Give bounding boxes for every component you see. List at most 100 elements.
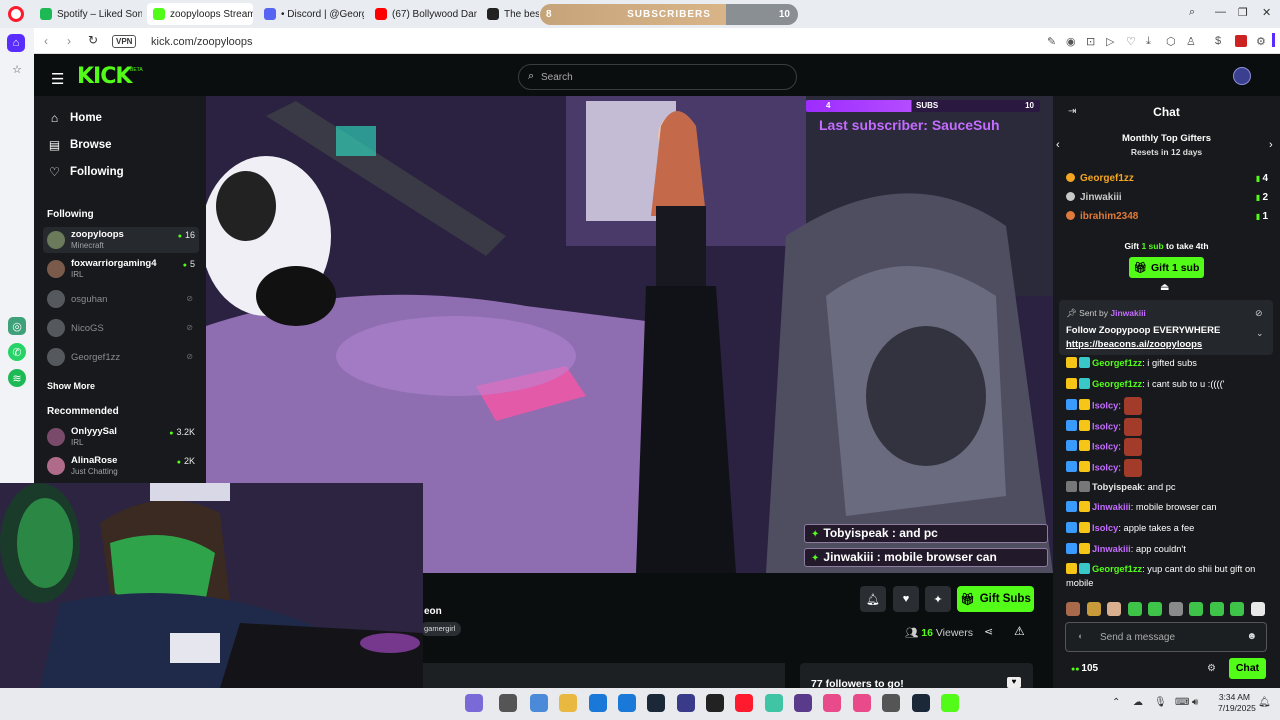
maximize-icon[interactable]: ❐ — [1238, 6, 1248, 19]
home-icon[interactable]: ⌂ — [7, 34, 25, 52]
follow-button[interactable]: ♥ — [893, 586, 919, 612]
minimize-icon[interactable]: — — [1215, 6, 1226, 18]
edit-icon[interactable]: ✎ — [1047, 35, 1056, 48]
warning-icon[interactable]: ⚠ — [1014, 624, 1025, 638]
unpin-icon[interactable]: ⊘ — [1255, 308, 1263, 319]
mic-icon[interactable]: 🎙︎ — [1154, 697, 1167, 708]
pinned-message-link[interactable]: https://beacons.ai/zoopyloops — [1066, 339, 1202, 350]
nav-browse[interactable]: ▤ Browse — [48, 138, 112, 152]
browser-tab[interactable]: zoopyloops Stream - — [147, 3, 253, 25]
share-icon[interactable]: ⋖ — [984, 625, 993, 638]
stream-tag[interactable]: gamergirl — [420, 622, 462, 636]
emote-icon[interactable] — [1230, 602, 1244, 616]
spotify-icon[interactable]: ≋ — [8, 369, 26, 387]
following-channel[interactable]: zoopyloops Minecraft 16 — [43, 227, 199, 253]
star-icon[interactable]: ☆ — [8, 60, 26, 78]
copilot-icon[interactable] — [530, 694, 548, 712]
emote-icon[interactable] — [1168, 602, 1183, 616]
top-gifter-row[interactable]: ibrahim2348 1 — [1066, 211, 1268, 225]
browser-tab[interactable]: The best Cl — [481, 3, 539, 25]
whatsapp-icon[interactable]: ✆ — [8, 343, 26, 361]
nav-home[interactable]: ⌂ Home — [48, 111, 102, 125]
following-channel[interactable]: NicoGS ⊘ — [43, 315, 199, 341]
chat-message[interactable]: Isolcy: — [1066, 438, 1272, 456]
reload-icon[interactable]: ↻ — [88, 33, 98, 47]
top-gifter-row[interactable]: Jinwakiii 2 — [1066, 192, 1268, 206]
chatgpt-icon[interactable]: ◎ — [8, 317, 26, 335]
chat-username[interactable]: Isolcy — [1092, 441, 1118, 451]
edge-icon[interactable] — [589, 694, 607, 712]
browser-tab[interactable]: (67) Bollywood Dance Hit — [369, 3, 477, 25]
settings-icon[interactable]: ⚙ — [1256, 35, 1266, 48]
recommended-channel[interactable]: AlinaRose Just Chatting 2K — [43, 453, 199, 479]
following-channel[interactable]: foxwarriorgaming4 IRL 5 — [43, 256, 199, 282]
top-gifter-row[interactable]: Georgef1zz 4 — [1066, 173, 1268, 187]
emote-app-icon[interactable] — [465, 694, 483, 712]
chat-username[interactable]: Georgef1zz — [1092, 379, 1142, 389]
browser-tab[interactable]: • Discord | @George — [258, 3, 364, 25]
notification-bell-button[interactable]: 🔔︎ — [860, 586, 886, 612]
opera-logo-icon[interactable] — [8, 6, 24, 22]
system-clock[interactable]: 3:34 AM 7/19/2025 — [1218, 692, 1256, 714]
chat-send-button[interactable]: Chat — [1229, 658, 1266, 679]
emote-icon[interactable] — [1189, 602, 1203, 616]
chevron-down-icon[interactable]: ⌄ — [1256, 328, 1264, 339]
emote-icon[interactable] — [1209, 602, 1224, 616]
back-icon[interactable]: ‹ — [44, 34, 48, 48]
chat-message[interactable]: Tobyispeak: and pc — [1066, 480, 1272, 494]
emote-icon[interactable] — [1066, 602, 1080, 616]
chat-message[interactable]: Georgef1zz: yup cant do shii but gift on… — [1066, 562, 1272, 590]
emote-icon[interactable] — [1086, 602, 1101, 616]
following-channel[interactable]: Georgef1zz ⊘ — [43, 344, 199, 370]
sparkle-button[interactable]: ✦ — [925, 586, 951, 612]
user-avatar[interactable] — [1233, 67, 1251, 85]
heart-icon[interactable]: ♥ — [1007, 677, 1021, 688]
chat-username[interactable]: Georgef1zz — [1092, 564, 1142, 574]
capcut-icon[interactable] — [706, 694, 724, 712]
chat-message[interactable]: Isolcy: — [1066, 418, 1272, 436]
collapse-handle-icon[interactable]: ⏏ — [1160, 282, 1169, 293]
recommended-channel[interactable]: OnlyyySal IRL 3.2K — [43, 424, 199, 450]
kick-app-icon[interactable] — [941, 694, 959, 712]
chat-username[interactable]: Jinwakiii — [1092, 544, 1131, 554]
settings-icon[interactable] — [882, 694, 900, 712]
nav-following[interactable]: ♡ Following — [48, 165, 124, 179]
steam-icon[interactable] — [647, 694, 665, 712]
search-tabs-icon[interactable]: ⌕ — [1189, 6, 1195, 19]
chat-username[interactable]: Tobyispeak — [1092, 482, 1142, 492]
emote-icon[interactable] — [1107, 602, 1121, 616]
chat-message-input[interactable]: ◐ Send a message ☻ — [1065, 622, 1267, 652]
chat-username[interactable]: Jinwakiii — [1092, 502, 1131, 512]
emote-icon[interactable] — [1250, 602, 1265, 616]
following-channel[interactable]: osguhan ⊘ — [43, 286, 199, 312]
profile-icon[interactable]: ♙ — [1186, 35, 1196, 48]
emote-icon[interactable] — [1148, 602, 1162, 616]
adblock-icon[interactable] — [1235, 35, 1247, 47]
forward-icon[interactable]: › — [67, 34, 71, 48]
network-icon[interactable]: ⌨ — [1175, 697, 1189, 708]
download-icon[interactable]: ⤓ — [1146, 35, 1151, 48]
gift-one-sub-button[interactable]: 🎁︎ Gift 1 sub — [1129, 257, 1204, 278]
notification-icon[interactable]: 🔔︎ — [1258, 697, 1271, 708]
gift-subs-button[interactable]: 🎁︎ Gift Subs — [957, 586, 1034, 612]
chat-message[interactable]: Jinwakiii: app couldn't — [1066, 542, 1272, 556]
chat-message[interactable]: Jinwakiii: mobile browser can — [1066, 500, 1272, 514]
kick-logo[interactable]: KICK — [77, 64, 132, 89]
chat-message[interactable]: Georgef1zz: i gifted subs — [1066, 356, 1272, 370]
chat-username[interactable]: Georgef1zz — [1092, 358, 1142, 368]
channel-points[interactable]: 105 — [1071, 663, 1098, 674]
chat-username[interactable]: Isolcy — [1092, 462, 1118, 472]
player-icon[interactable]: ▷ — [1106, 35, 1114, 48]
store-icon[interactable] — [618, 694, 636, 712]
pin-app-icon[interactable] — [823, 694, 841, 712]
search-input[interactable]: ⌕ Search — [518, 64, 797, 90]
steam-icon[interactable] — [912, 694, 930, 712]
chat-message[interactable]: Isolcy: — [1066, 397, 1272, 415]
wallet-icon[interactable]: $ — [1215, 35, 1221, 47]
chat-username[interactable]: Isolcy — [1092, 523, 1118, 533]
emoji-icon[interactable]: ☻ — [1246, 631, 1257, 642]
opera-icon[interactable] — [735, 694, 753, 712]
chat-username[interactable]: Isolcy — [1092, 400, 1118, 410]
twitch-icon[interactable] — [794, 694, 812, 712]
emote-icon[interactable] — [1127, 602, 1142, 616]
